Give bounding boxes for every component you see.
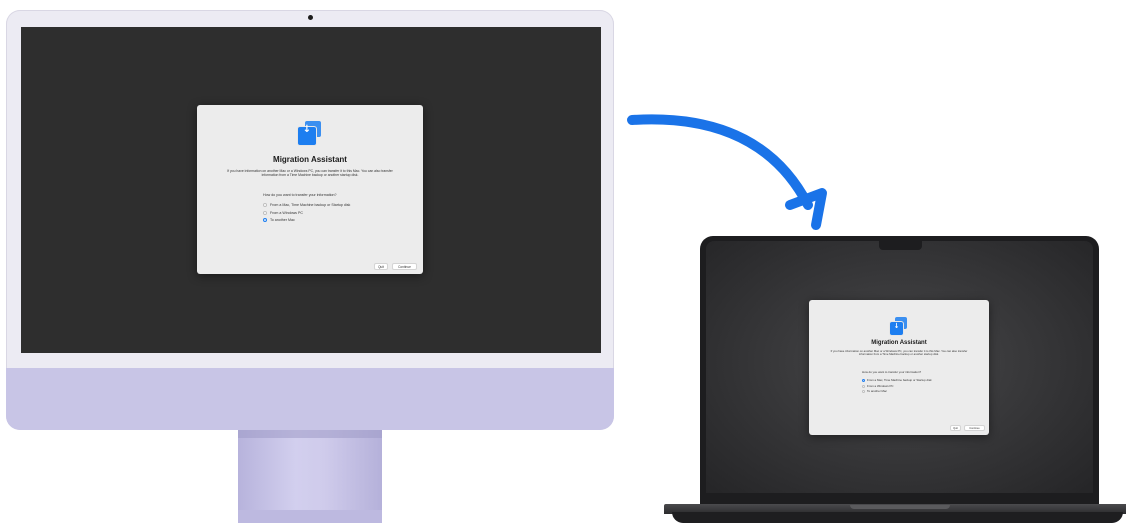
- continue-button[interactable]: Continue: [964, 425, 985, 431]
- radio-button[interactable]: [862, 389, 865, 393]
- dialog-title: Migration Assistant: [871, 340, 927, 346]
- option-to-another-mac[interactable]: To another Mac: [862, 389, 887, 393]
- quit-button[interactable]: Quit: [950, 425, 961, 431]
- macbook-notch: [879, 241, 922, 250]
- macbook-migration-dialog: ↓ Migration Assistant If you have inform…: [809, 300, 989, 435]
- option-label: From a Mac, Time Machine backup or Start…: [867, 378, 932, 382]
- radio-button[interactable]: [862, 384, 865, 388]
- option-label: To another Mac: [867, 389, 887, 393]
- macbook-base-bottom: [672, 512, 1123, 523]
- radio-button-selected[interactable]: [862, 378, 865, 382]
- option-from-windows-pc[interactable]: From a Windows PC: [862, 384, 894, 388]
- migration-assistant-icon: ↓: [890, 317, 908, 335]
- dialog-question: How do you want to transfer your informa…: [862, 370, 922, 374]
- macbook-lip: [850, 505, 950, 509]
- option-label: From a Windows PC: [867, 384, 894, 388]
- option-from-mac[interactable]: From a Mac, Time Machine backup or Start…: [862, 378, 932, 382]
- dialog-description: If you have information on another Mac o…: [830, 349, 968, 357]
